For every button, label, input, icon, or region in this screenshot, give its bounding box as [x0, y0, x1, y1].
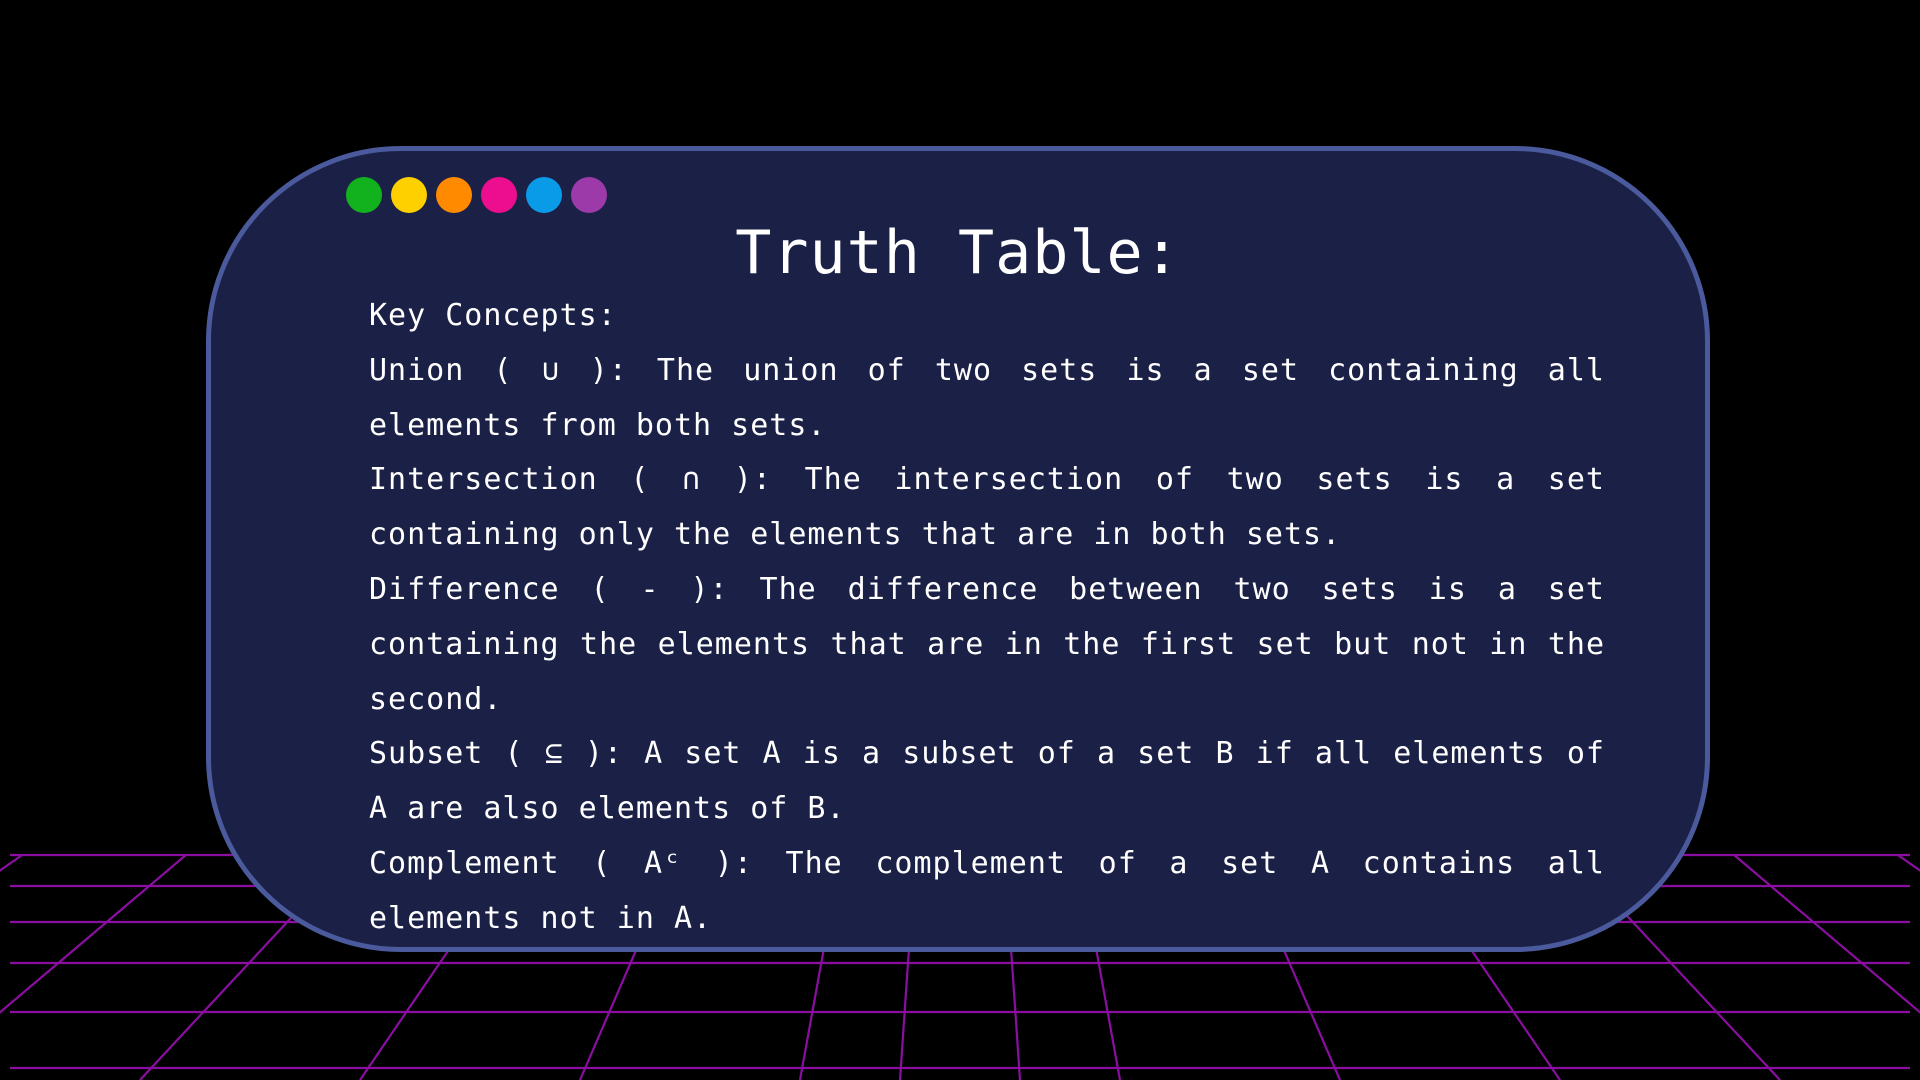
purple-dot: [571, 177, 607, 213]
grid-radial-line: [0, 854, 187, 1014]
page-title: Truth Table:: [735, 218, 1181, 288]
concept-complement: Complement ( Aᶜ ): The complement of a s…: [369, 845, 1605, 936]
concepts-text: Key Concepts: Union ( ∪ ): The union of …: [369, 289, 1605, 947]
content-card: Truth Table: Key Concepts: Union ( ∪ ): …: [206, 146, 1710, 952]
concept-intersection: Intersection ( ∩ ): The intersection of …: [369, 462, 1605, 553]
window-dots: [346, 177, 607, 213]
concepts-heading: Key Concepts:: [369, 298, 617, 333]
concept-difference: Difference ( - ): The difference between…: [369, 571, 1605, 717]
blue-dot: [526, 177, 562, 213]
slide-stage: Truth Table: Key Concepts: Union ( ∪ ): …: [0, 0, 1920, 1080]
grid-radial-line: [0, 854, 23, 872]
yellow-dot: [391, 177, 427, 213]
concept-union: Union ( ∪ ): The union of two sets is a …: [369, 352, 1605, 443]
grid-radial-line: [1733, 854, 1920, 1014]
pink-dot: [481, 177, 517, 213]
concept-subset: Subset ( ⊆ ): A set A is a subset of a s…: [369, 736, 1605, 827]
orange-dot: [436, 177, 472, 213]
grid-radial-line: [1897, 854, 1920, 872]
green-dot: [346, 177, 382, 213]
